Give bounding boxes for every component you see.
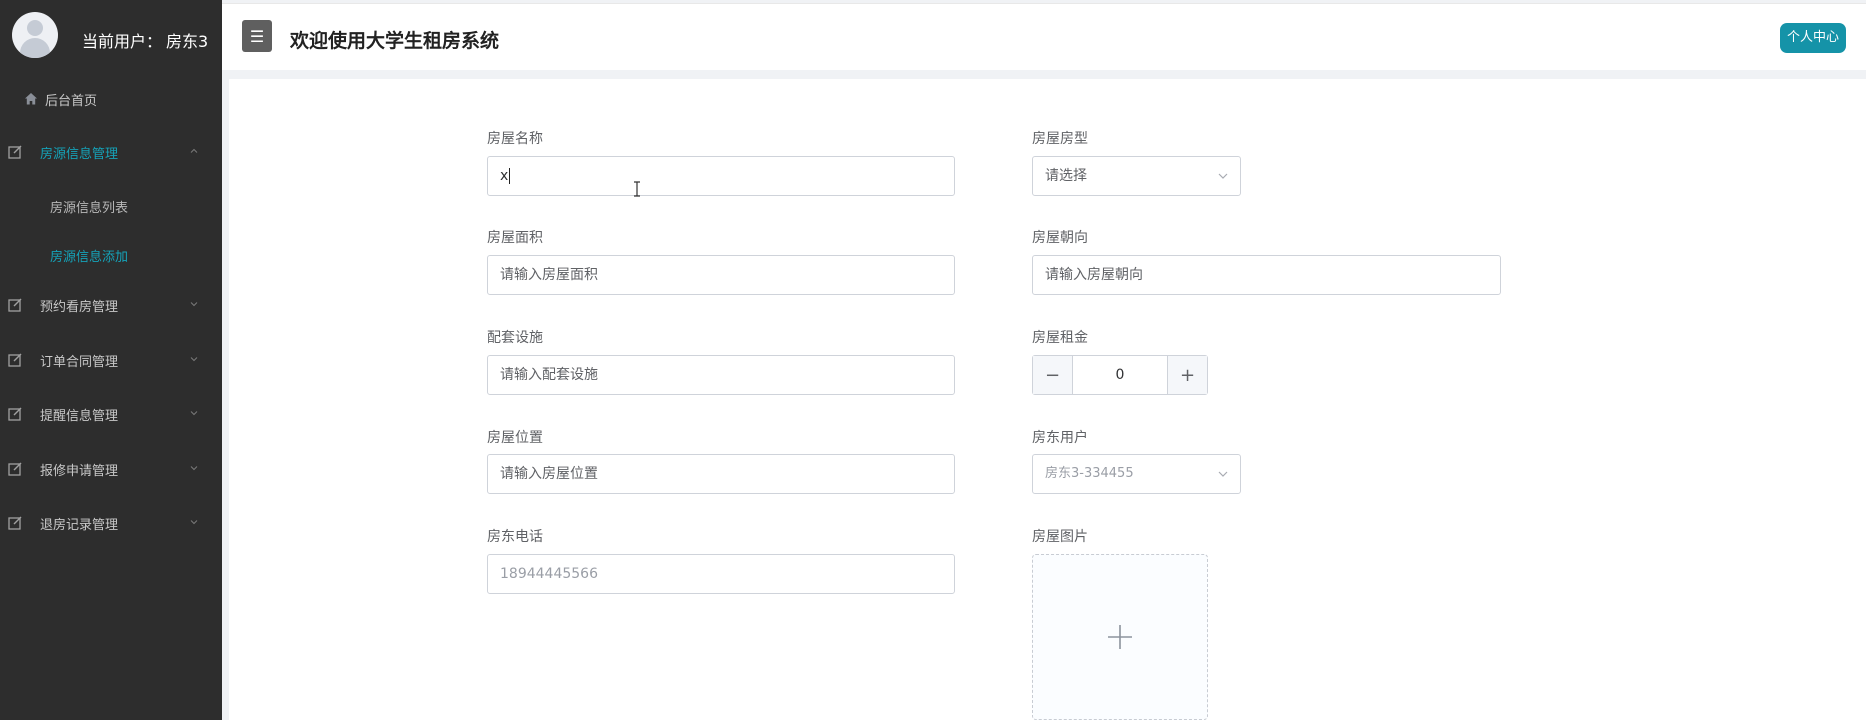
landlord-phone-label: 房东电话 xyxy=(487,529,543,545)
facilities-input[interactable]: 请输入配套设施 xyxy=(487,355,955,395)
sidebar-item-order-contracts-label: 订单合同管理 xyxy=(40,354,119,370)
house-type-label: 房屋房型 xyxy=(1032,131,1088,147)
chevron-up-icon xyxy=(190,148,198,153)
location-input[interactable]: 请输入房屋位置 xyxy=(487,454,955,494)
rent-label: 房屋租金 xyxy=(1032,330,1088,346)
house-image-label: 房屋图片 xyxy=(1032,529,1088,545)
sidebar-item-order-contracts[interactable]: 订单合同管理 xyxy=(0,340,222,380)
current-user-label: 当前用户： xyxy=(82,32,163,51)
landlord-value: 房东3-334455 xyxy=(1045,466,1134,481)
edit-icon xyxy=(8,462,22,476)
chevron-down-icon xyxy=(190,520,198,525)
sidebar-item-repair-requests[interactable]: 报修申请管理 xyxy=(0,449,222,489)
profile-button[interactable]: 个人中心 xyxy=(1779,23,1846,53)
chevron-down-icon xyxy=(190,466,198,471)
house-orientation-label: 房屋朝向 xyxy=(1032,230,1088,246)
current-user: 当前用户： 房东3 xyxy=(82,28,208,52)
hamburger-icon: ☰ xyxy=(249,26,265,46)
edit-icon xyxy=(8,298,22,312)
chevron-down-icon xyxy=(190,411,198,416)
page-title: 欢迎使用大学生租房系统 xyxy=(290,30,500,52)
user-box: 当前用户： 房东3 xyxy=(0,0,222,74)
sidebar-item-checkout-records-label: 退房记录管理 xyxy=(40,517,119,533)
house-name-value: x xyxy=(500,168,509,184)
sidebar-item-repair-requests-label: 报修申请管理 xyxy=(40,463,119,479)
rent-decrease-button[interactable]: − xyxy=(1033,356,1073,394)
sidebar-subitem-housing-add-label: 房源信息添加 xyxy=(50,250,129,265)
facilities-label: 配套设施 xyxy=(487,330,543,346)
house-area-label: 房屋面积 xyxy=(487,230,543,246)
sidebar-item-reminders[interactable]: 提醒信息管理 xyxy=(0,394,222,434)
house-name-input[interactable]: x xyxy=(487,156,955,196)
landlord-phone-input[interactable]: 18944445566 xyxy=(487,554,955,594)
rent-stepper[interactable]: − 0 + xyxy=(1032,355,1208,395)
sidebar-item-checkout-records[interactable]: 退房记录管理 xyxy=(0,503,222,543)
sidebar-item-reminders-label: 提醒信息管理 xyxy=(40,408,119,424)
edit-icon xyxy=(8,353,22,367)
sidebar-item-viewing-appointments[interactable]: 预约看房管理 xyxy=(0,285,222,325)
rent-value[interactable]: 0 xyxy=(1073,356,1167,394)
edit-icon xyxy=(8,145,22,159)
sidebar-item-home[interactable]: 后台首页 xyxy=(0,79,222,119)
text-caret xyxy=(509,168,511,184)
house-add-form: 房屋名称 x 房屋房型 请选择 房屋面积 请输入房屋面积 房屋朝向 请输入房屋朝… xyxy=(229,79,1866,720)
sidebar-item-home-label: 后台首页 xyxy=(45,93,98,109)
text-cursor-icon xyxy=(634,181,640,197)
menu-toggle-button[interactable]: ☰ xyxy=(242,20,272,52)
sidebar-subitem-housing-list[interactable]: 房源信息列表 xyxy=(0,187,222,223)
landlord-select[interactable]: 房东3-334455 xyxy=(1032,454,1241,494)
home-icon xyxy=(25,93,37,105)
avatar xyxy=(12,12,58,58)
location-label: 房屋位置 xyxy=(487,430,543,446)
edit-icon xyxy=(8,407,22,421)
house-orientation-input[interactable]: 请输入房屋朝向 xyxy=(1032,255,1501,295)
house-name-label: 房屋名称 xyxy=(487,131,543,147)
chevron-down-icon xyxy=(190,357,198,362)
sidebar-item-housing-info[interactable]: 房源信息管理 xyxy=(0,132,222,172)
plus-icon xyxy=(1108,625,1132,649)
sidebar-item-housing-info-label: 房源信息管理 xyxy=(40,146,119,162)
chevron-down-icon xyxy=(1218,471,1228,477)
header: ☰ 欢迎使用大学生租房系统 个人中心 xyxy=(222,3,1866,70)
house-type-placeholder: 请选择 xyxy=(1045,168,1087,184)
rent-increase-button[interactable]: + xyxy=(1167,356,1207,394)
chevron-down-icon xyxy=(1218,173,1228,179)
house-type-select[interactable]: 请选择 xyxy=(1032,156,1241,196)
landlord-label: 房东用户 xyxy=(1032,430,1088,446)
sidebar-subitem-housing-add[interactable]: 房源信息添加 xyxy=(0,236,222,272)
house-image-uploader[interactable] xyxy=(1032,554,1208,720)
sidebar-item-viewing-appointments-label: 预约看房管理 xyxy=(40,299,119,315)
house-area-input[interactable]: 请输入房屋面积 xyxy=(487,255,955,295)
edit-icon xyxy=(8,516,22,530)
sidebar: 当前用户： 房东3 后台首页 房源信息管理 房源信息列表 房源信息添加 预约看房管… xyxy=(0,0,222,720)
current-user-name: 房东3 xyxy=(166,32,209,51)
chevron-down-icon xyxy=(190,302,198,307)
sidebar-subitem-housing-list-label: 房源信息列表 xyxy=(50,201,129,216)
